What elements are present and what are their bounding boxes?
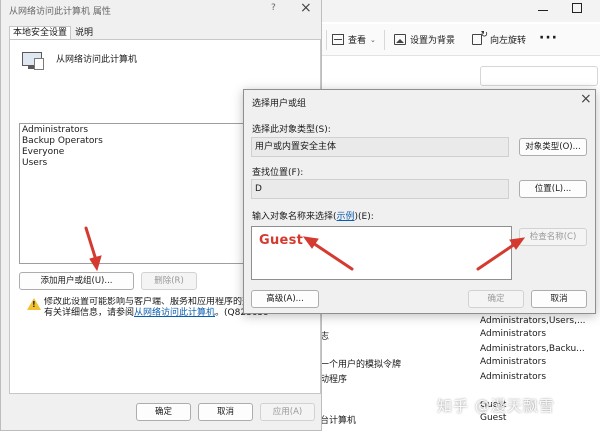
rotate-label: 向左旋转 xyxy=(490,36,527,46)
image-icon xyxy=(394,34,406,45)
add-user-button[interactable]: 添加用户或组(U)... xyxy=(19,272,134,290)
object-names-label-suffix: )(E): xyxy=(354,212,374,222)
close-icon[interactable]: × xyxy=(300,0,312,16)
tab-bar: 本地安全设置 说明 xyxy=(9,26,97,40)
view-button[interactable]: 查看 ⌄ xyxy=(332,33,376,46)
policy-setting: Administrators,Users,... xyxy=(480,316,586,326)
cancel-button[interactable]: 取消 xyxy=(531,290,587,308)
view-label: 查看 xyxy=(348,36,367,46)
policy-setting: Administrators,Backu... xyxy=(480,344,585,354)
warning-line-1: 修改此设置可能影响与客户端、服务和应用程序的兼容性 xyxy=(44,297,270,307)
help-icon[interactable]: ? xyxy=(271,3,276,13)
rotate-icon xyxy=(472,30,488,45)
ok-button[interactable]: 确定 xyxy=(136,403,191,421)
toolbar-separator xyxy=(384,30,385,50)
warning-icon xyxy=(27,298,41,310)
explorer-toolbar: 查看 ⌄ 设置为背景 向左旋转 ··· xyxy=(320,24,600,56)
remove-button[interactable]: 删除(R) xyxy=(141,272,197,290)
policy-setting: Administrators xyxy=(480,372,547,382)
object-type-label: 选择此对象类型(S): xyxy=(252,125,331,135)
cancel-button[interactable]: 取消 xyxy=(198,403,253,421)
dialog-title: 选择用户或组 xyxy=(252,99,307,109)
warning-prefix: 有关详细信息，请参阅 xyxy=(44,308,135,318)
location-field: D xyxy=(251,179,509,199)
warning-line-2: 有关详细信息，请参阅从网络访问此计算机。(Q823659 xyxy=(44,308,270,319)
rotate-button[interactable]: 向左旋转 xyxy=(472,30,527,46)
select-users-dialog: 选择用户或组 × 选择此对象类型(S): 用户或内置安全主体 对象类型(O)..… xyxy=(243,89,596,314)
search-box[interactable] xyxy=(480,66,598,86)
set-background-label: 设置为背景 xyxy=(410,36,456,46)
policy-name: 台计算机 xyxy=(320,416,357,426)
check-names-button[interactable]: 检查名称(C) xyxy=(519,228,587,246)
examples-link[interactable]: 示例 xyxy=(337,212,355,222)
minimize-icon[interactable] xyxy=(538,4,550,16)
policy-icon xyxy=(20,50,46,74)
policy-setting: Administrators xyxy=(480,329,547,339)
maximize-icon[interactable] xyxy=(572,3,582,13)
warning-text: 修改此设置可能影响与客户端、服务和应用程序的兼容性 有关详细信息，请参阅从网络访… xyxy=(44,297,270,321)
list-item[interactable]: 动程序 Administrators xyxy=(320,372,600,386)
policy-name: 动程序 xyxy=(320,375,348,385)
policy-setting: Administrators xyxy=(480,357,547,367)
dialog-title: 从网络访问此计算机 属性 xyxy=(9,7,111,17)
object-names-input[interactable]: Guest xyxy=(251,226,512,280)
list-item[interactable]: Backup Operators xyxy=(22,136,103,146)
list-item[interactable]: Administrators,Backu... xyxy=(320,344,600,358)
entered-name: Guest xyxy=(259,233,304,248)
apply-button[interactable]: 应用(A) xyxy=(260,403,315,421)
advanced-button[interactable]: 高级(A)... xyxy=(251,290,319,308)
warning-help-link[interactable]: 从网络访问此计算机 xyxy=(134,308,215,318)
list-item[interactable]: Users xyxy=(22,158,47,168)
list-item[interactable]: 一个用户的模拟令牌 Administrators xyxy=(320,357,600,371)
tab-local-security-setting[interactable]: 本地安全设置 xyxy=(9,26,72,40)
watermark: 知乎 @漫天飘雪 xyxy=(437,397,555,415)
policy-name: 从网络访问此计算机 xyxy=(56,55,138,65)
list-item[interactable]: Administrators,Users,... xyxy=(320,316,600,330)
more-options-icon[interactable]: ··· xyxy=(539,30,558,46)
object-names-label-prefix: 输入对象名称来选择( xyxy=(252,212,337,222)
policy-name: 一个用户的模拟令牌 xyxy=(320,360,402,370)
list-item[interactable]: Administrators xyxy=(22,125,88,135)
locations-button[interactable]: 位置(L)... xyxy=(519,180,587,198)
chevron-down-icon: ⌄ xyxy=(370,35,376,44)
explorer-titlebar xyxy=(320,0,600,22)
location-label: 查找位置(F): xyxy=(252,168,304,178)
set-background-button[interactable]: 设置为背景 xyxy=(394,33,455,46)
object-types-button[interactable]: 对象类型(O)... xyxy=(519,138,587,156)
tab-explain[interactable]: 说明 xyxy=(71,26,97,40)
list-item[interactable]: 志 Administrators xyxy=(320,329,600,343)
object-type-field: 用户或内置安全主体 xyxy=(251,137,509,157)
list-item[interactable]: Everyone xyxy=(22,147,64,157)
object-names-label: 输入对象名称来选择(示例)(E): xyxy=(252,209,374,222)
toolbar-separator xyxy=(326,30,327,50)
ok-button[interactable]: 确定 xyxy=(468,290,524,308)
view-icon xyxy=(332,34,344,45)
close-icon[interactable]: × xyxy=(580,91,592,107)
